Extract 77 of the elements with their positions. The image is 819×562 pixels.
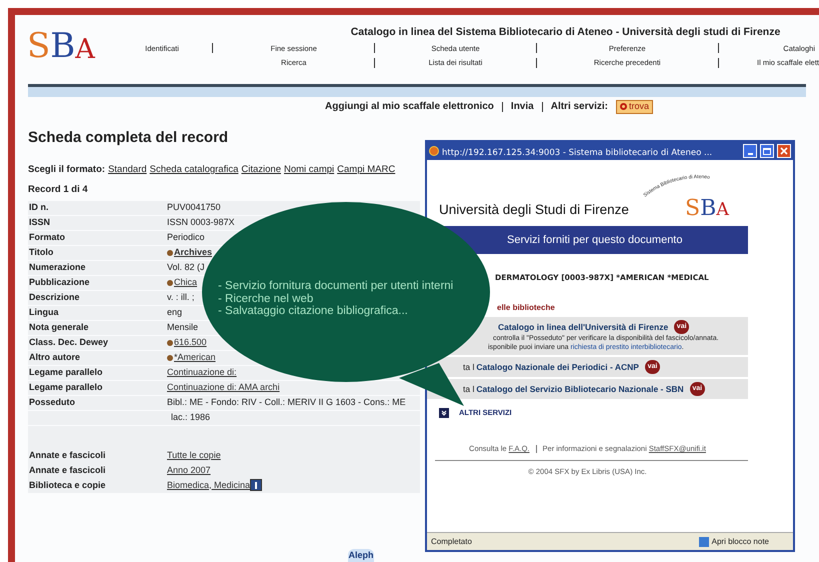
field-link[interactable]: Chica [174, 276, 198, 290]
field-link[interactable]: Biomedica, Medicina [167, 478, 250, 492]
field-value: Periodico [167, 231, 205, 244]
field-label: Legame parallelo [28, 366, 104, 379]
status-text: Completato [431, 536, 473, 548]
section-title: elle biblioteche [497, 303, 555, 312]
find-button[interactable]: trova [616, 100, 653, 114]
page-title: Scheda completa del record [28, 128, 230, 148]
field-link[interactable]: Continuazione di: [167, 366, 237, 380]
footer-logo: Aleph [348, 548, 374, 562]
field-label: Nota generale [28, 321, 90, 334]
service-prefix: ta l [463, 382, 474, 396]
field-value: PUV0041750 [167, 201, 221, 214]
format-label: Scegli il formato: [28, 163, 106, 177]
format-link[interactable]: Standard [108, 163, 147, 178]
field-label: Titolo [28, 246, 54, 259]
close-icon [780, 147, 788, 155]
bubble-line: - Servizio fornitura documenti per utenti interni [218, 280, 454, 292]
bubble-line: - Salvataggio citazione bibliografica... [218, 305, 409, 318]
bullet-icon [167, 354, 173, 361]
format-link[interactable]: Campi MARC [337, 163, 396, 178]
action-link[interactable]: Aggiungi al mio scaffale elettronico [325, 99, 494, 114]
field-label: Annate e fascicoli [28, 448, 107, 462]
maximize-button[interactable] [760, 144, 774, 158]
site-title: Catalogo in linea del Sistema Bibliotecario di Ateneo - Università degli studi di Firenze [350, 25, 782, 40]
search-icon [620, 103, 627, 110]
field-value: eng [167, 306, 182, 319]
field-value: Vol. 82 (J [167, 261, 205, 274]
logo: SBA [685, 198, 729, 220]
field-value: v. : ill. ; [167, 291, 194, 304]
field-label: Class. Dec. Dewey [28, 336, 110, 349]
expand-icon[interactable] [439, 408, 449, 418]
field-label: Posseduto [28, 396, 76, 409]
field-value: Bibl.: ME - Fondo: RIV - Coll.: MERIV II G 1603 - Cons.: ME [167, 396, 406, 409]
window-title: http://192.167.125.34:9003 - Sistema bibliotecario di Ateneo ... [442, 148, 712, 158]
field-value: Mensile [167, 321, 198, 334]
close-button[interactable] [777, 144, 791, 158]
field-label: Descrizione [28, 291, 81, 304]
university-name: Università degli Studi di Firenze [439, 200, 629, 219]
field-value: ISSN 0003-987X [167, 216, 235, 229]
info-icon[interactable] [250, 479, 262, 492]
field-label: Formato [28, 231, 66, 244]
field-label: ID n. [28, 201, 50, 214]
field-label: Numerazione [28, 261, 87, 274]
field-link[interactable]: Tutte le copie [167, 448, 221, 462]
browser-icon [429, 146, 439, 156]
field-link[interactable]: Anno 2007 [167, 464, 211, 477]
service-link[interactable]: Catalogo Nazionale dei Periodici - ACNP [476, 360, 639, 374]
service-link[interactable]: Catalogo in linea dell'Università di Firenze [498, 320, 668, 334]
bubble-line: - Ricerche nel web [218, 292, 314, 305]
field-label: Lingua [28, 306, 60, 319]
record-counter: Record 1 di 4 [28, 183, 88, 198]
bullet-icon [167, 250, 173, 256]
field-link[interactable]: Archives [174, 246, 212, 260]
field-link[interactable]: 616.500 [174, 336, 207, 350]
service-prefix: ta l [463, 360, 474, 374]
notepad-icon [698, 536, 709, 546]
field-label: Annate e fascicoli [28, 464, 107, 476]
bullet-icon [167, 280, 173, 286]
notepad-label: Apri blocco note [712, 536, 769, 548]
format-link[interactable]: Citazione [241, 163, 281, 178]
field-value: lac.: 1986 [170, 411, 210, 424]
field-label: Pubblicazione [28, 276, 91, 289]
field-link[interactable]: *American [174, 351, 216, 364]
service-link[interactable]: Catalogo del Servizio Bibliotecario Nazionale - SBN [476, 382, 684, 396]
field-label: ISSN [28, 216, 52, 229]
format-link[interactable]: Nomi campi [284, 163, 334, 178]
bullet-icon [167, 340, 173, 346]
field-label: Altro autore [28, 351, 82, 364]
other-services-label: Altri servizi: [550, 100, 608, 114]
field-link[interactable]: Continuazione di: AMA archi [167, 381, 280, 394]
action-link[interactable]: Invia [510, 99, 534, 114]
field-label: Biblioteca e copie [28, 478, 107, 492]
minimize-button[interactable] [743, 144, 757, 158]
field-label: Legame parallelo [28, 381, 104, 394]
format-link[interactable]: Scheda catalografica [150, 163, 238, 178]
logo: SBA [27, 29, 96, 63]
